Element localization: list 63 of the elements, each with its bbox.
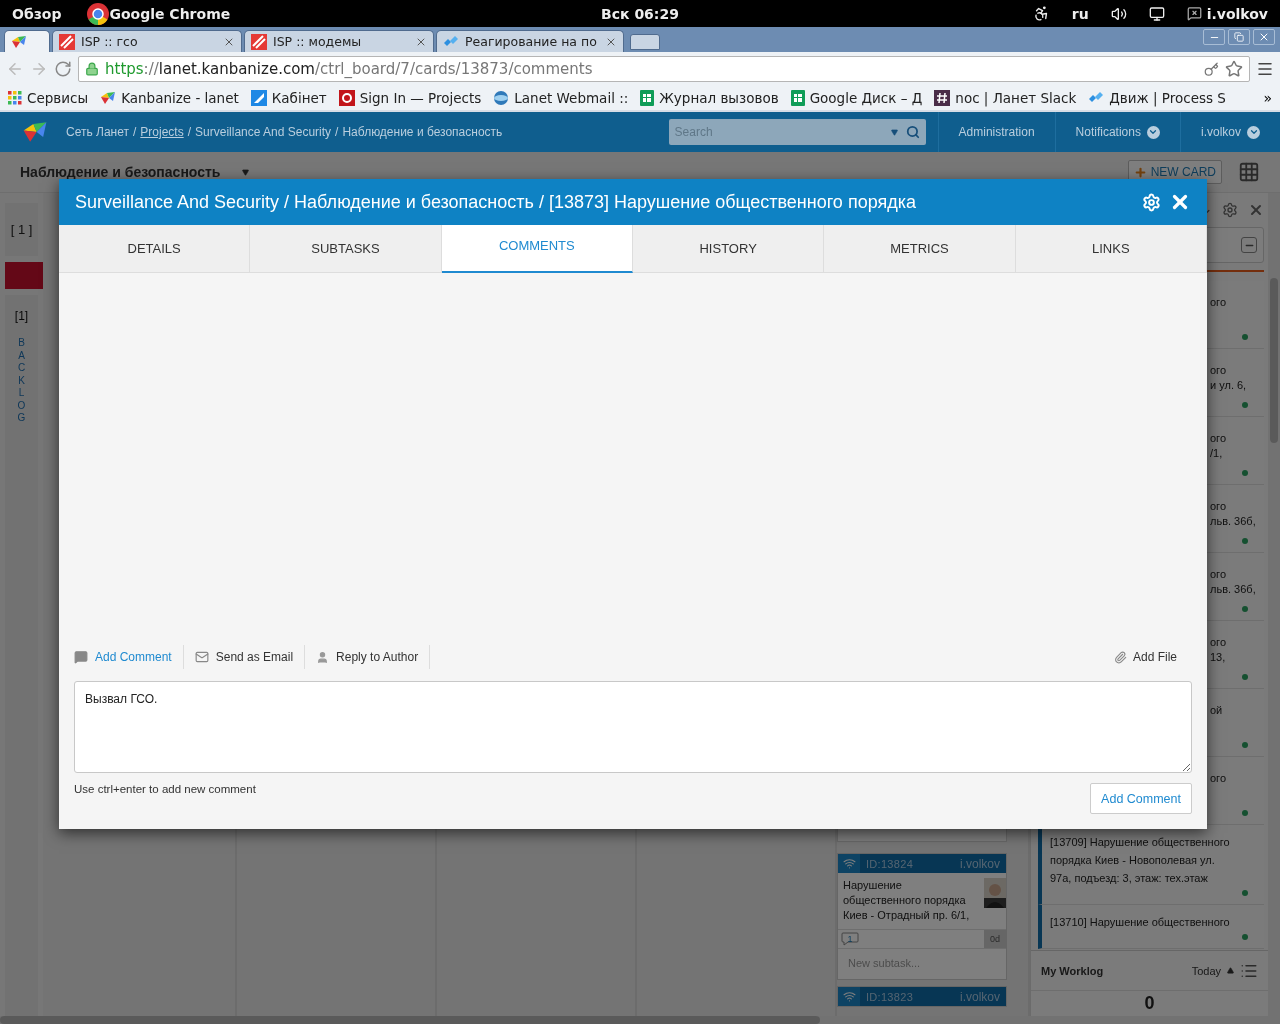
browser-tab[interactable]: Реагирование на по [436,30,624,52]
card-title: ого [1210,771,1226,786]
card[interactable]: [13710] Нарушение общественного [1038,905,1264,949]
dialog-tab[interactable]: SUBTASKS [250,225,442,273]
bookmark[interactable]: noc | Ланет Slack [934,90,1077,106]
keyboard-layout[interactable]: ru [1071,5,1089,22]
comment-action[interactable]: Reply to Author [305,645,431,669]
breadcrumb-separator: / [187,125,192,139]
comment-action[interactable]: Send as Email [183,645,306,669]
dialog-tab[interactable]: LINKS [1015,225,1207,273]
app-menu[interactable]: Google Chrome [109,5,231,22]
activities-button[interactable]: Обзор [12,5,62,22]
card-title: ого /1, [1210,431,1226,461]
card-title: [13709] Нарушение общественного порядка Киев - Новополевая ул. 97а, подъезд: 3, этаж: тех.этаж [1050,836,1230,884]
card-title: ого [1210,295,1226,310]
card-title: ого и ул. 6, [1210,363,1247,393]
card-id: ID:13824 [866,857,914,870]
period-selector[interactable]: Today [1191,964,1221,977]
dialog-tab[interactable]: DETAILS [59,225,251,273]
dialog-title: Surveillance And Security / Наблюдение и безопасность / [13873] Нарушение общественного порядка [75,191,917,213]
card-owner: i.volkov [960,989,1000,1004]
bookmark[interactable]: Журнал вызовов [640,90,779,106]
bookmark[interactable]: Lanet Webmail :: [493,90,629,106]
bookmark[interactable]: Sign In — Projects [338,90,482,106]
dialog-tab[interactable]: METRICS [824,225,1016,273]
comment-action[interactable]: Add Comment [74,645,184,669]
clock[interactable]: Вск 06:29 [601,5,679,22]
card-title: [13710] Нарушение общественного [1050,916,1230,928]
card-title: Нарушение общественного порядка Киев - Отрадный пр. 6/1, [843,878,971,923]
comment-field[interactable]: Вызвал ГСО. [74,681,1192,773]
worklog-title: My Worklog [1041,964,1104,977]
card-id: ID:13823 [866,990,914,1003]
breadcrumb-separator: / [335,125,339,139]
address-field[interactable]: https://lanet.kanbanize.com/ctrl_board/7/cards/13873/comments [78,56,1250,82]
lane-title: BACKLOG [16,337,27,425]
breadcrumb-item: Наблюдение и безопасность [342,125,503,139]
lane-wip-limit: [1] [14,309,29,323]
user-menu[interactable]: i.volkov [1206,5,1268,22]
breadcrumb-separator: / [133,125,137,139]
more-bookmarks-button[interactable]: » [1263,90,1272,106]
board-title[interactable]: Наблюдение и безопасность [20,164,221,180]
card-title: ого льв. 36б, [1210,499,1256,529]
card-title: ого льв. 36б, [1210,567,1256,597]
add-comment-button[interactable]: Add Comment [1090,783,1192,814]
bookmark[interactable]: Кабінет [250,90,327,106]
card-owner: i.volkov [960,856,1000,871]
card-title: ой [1210,703,1223,718]
bookmark[interactable]: Kanbanize - lanet [100,90,239,106]
wip-limit: [ 1 ] [5,203,38,256]
dialog-tab[interactable]: COMMENTS [441,225,633,273]
card-title: ого 13, [1210,635,1226,665]
worklog-total: 0 [1143,992,1156,1015]
add-file-button[interactable]: Add File [1113,650,1192,664]
bookmark[interactable]: Сервисы [8,90,89,106]
browser-tab[interactable]: ISP :: гсо [52,30,242,52]
bookmark[interactable]: Движ | Process S [1088,90,1226,106]
browser-tab[interactable]: ISP :: модемы [244,30,434,52]
breadcrumb-link[interactable]: Projects [140,125,184,139]
hint-text: Use ctrl+enter to add new comment [74,783,256,795]
breadcrumb-item: Surveillance And Security [195,125,332,139]
dialog-tab[interactable]: HISTORY [633,225,825,273]
bookmark[interactable]: Google Диск – Д [790,90,923,106]
breadcrumb-item: Сеть Ланет [66,125,129,139]
